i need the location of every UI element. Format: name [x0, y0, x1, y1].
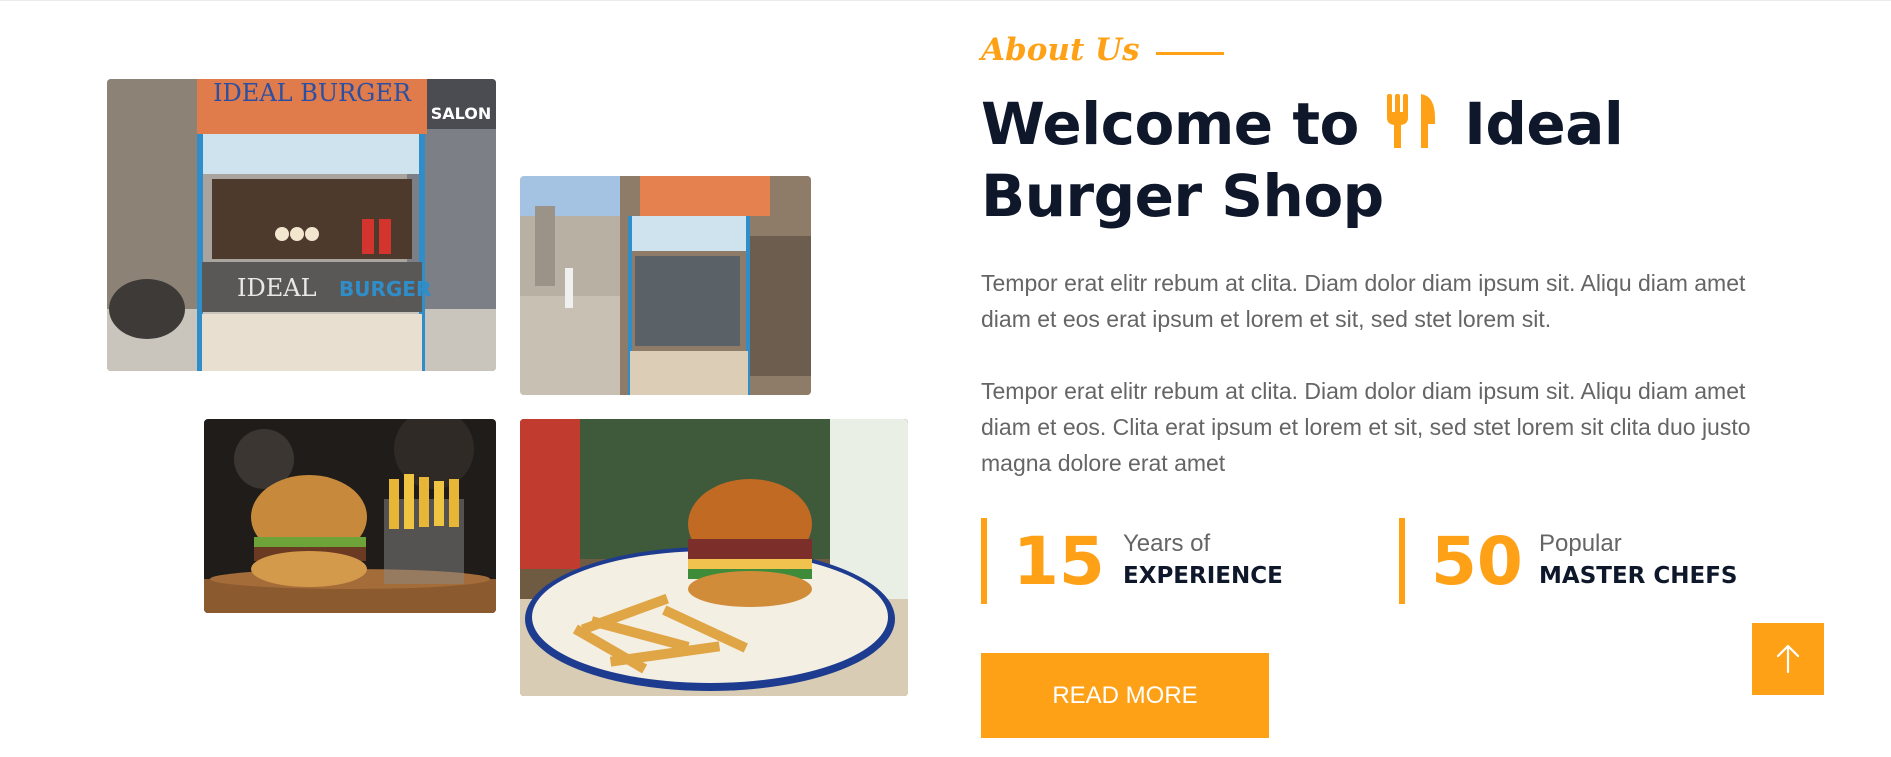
- salon-sign-text: SALON: [431, 104, 492, 123]
- utensils-icon: [1386, 94, 1435, 148]
- about-us-underline: [1155, 51, 1224, 55]
- about-us-text: About Us: [981, 32, 1140, 68]
- about-us-label: About Us: [981, 32, 1224, 68]
- read-more-button[interactable]: READ MORE: [981, 653, 1269, 738]
- burger-and-fries-board-photo: [204, 419, 496, 613]
- stat-number: 15: [1013, 522, 1105, 600]
- stat-caption: Years of: [1123, 530, 1211, 557]
- stat-title: MASTER CHEFS: [1539, 563, 1738, 589]
- cart-sign-burger: BURGER: [339, 277, 431, 301]
- about-paragraph-1: Tempor erat elitr rebum at clita. Diam d…: [981, 270, 1746, 332]
- about-paragraph-2: Tempor erat elitr rebum at clita. Diam d…: [981, 378, 1751, 476]
- stat-number: 50: [1431, 522, 1523, 600]
- stat-caption: Popular: [1539, 530, 1622, 557]
- page-heading: Welcome to Ideal Burger Shop: [981, 88, 1781, 232]
- stat-master-chefs: 50 Popular MASTER CHEFS: [1399, 518, 1738, 604]
- burger-stall-street-photo: [520, 176, 811, 395]
- burger-stall-front-photo: IDEAL BURGER SALON IDEAL BURGER: [107, 79, 496, 371]
- stat-title: EXPERIENCE: [1123, 563, 1283, 589]
- stat-experience: 15 Years of EXPERIENCE: [981, 518, 1283, 604]
- cart-sign-ideal: IDEAL: [237, 274, 317, 302]
- stall-sign-text: IDEAL BURGER: [213, 79, 412, 107]
- top-divider: [0, 0, 1891, 1]
- back-to-top-button[interactable]: [1752, 623, 1824, 695]
- burger-and-fries-bowl-photo: [520, 419, 908, 696]
- heading-prefix: Welcome to: [981, 90, 1359, 158]
- arrow-up-icon: [1776, 644, 1800, 674]
